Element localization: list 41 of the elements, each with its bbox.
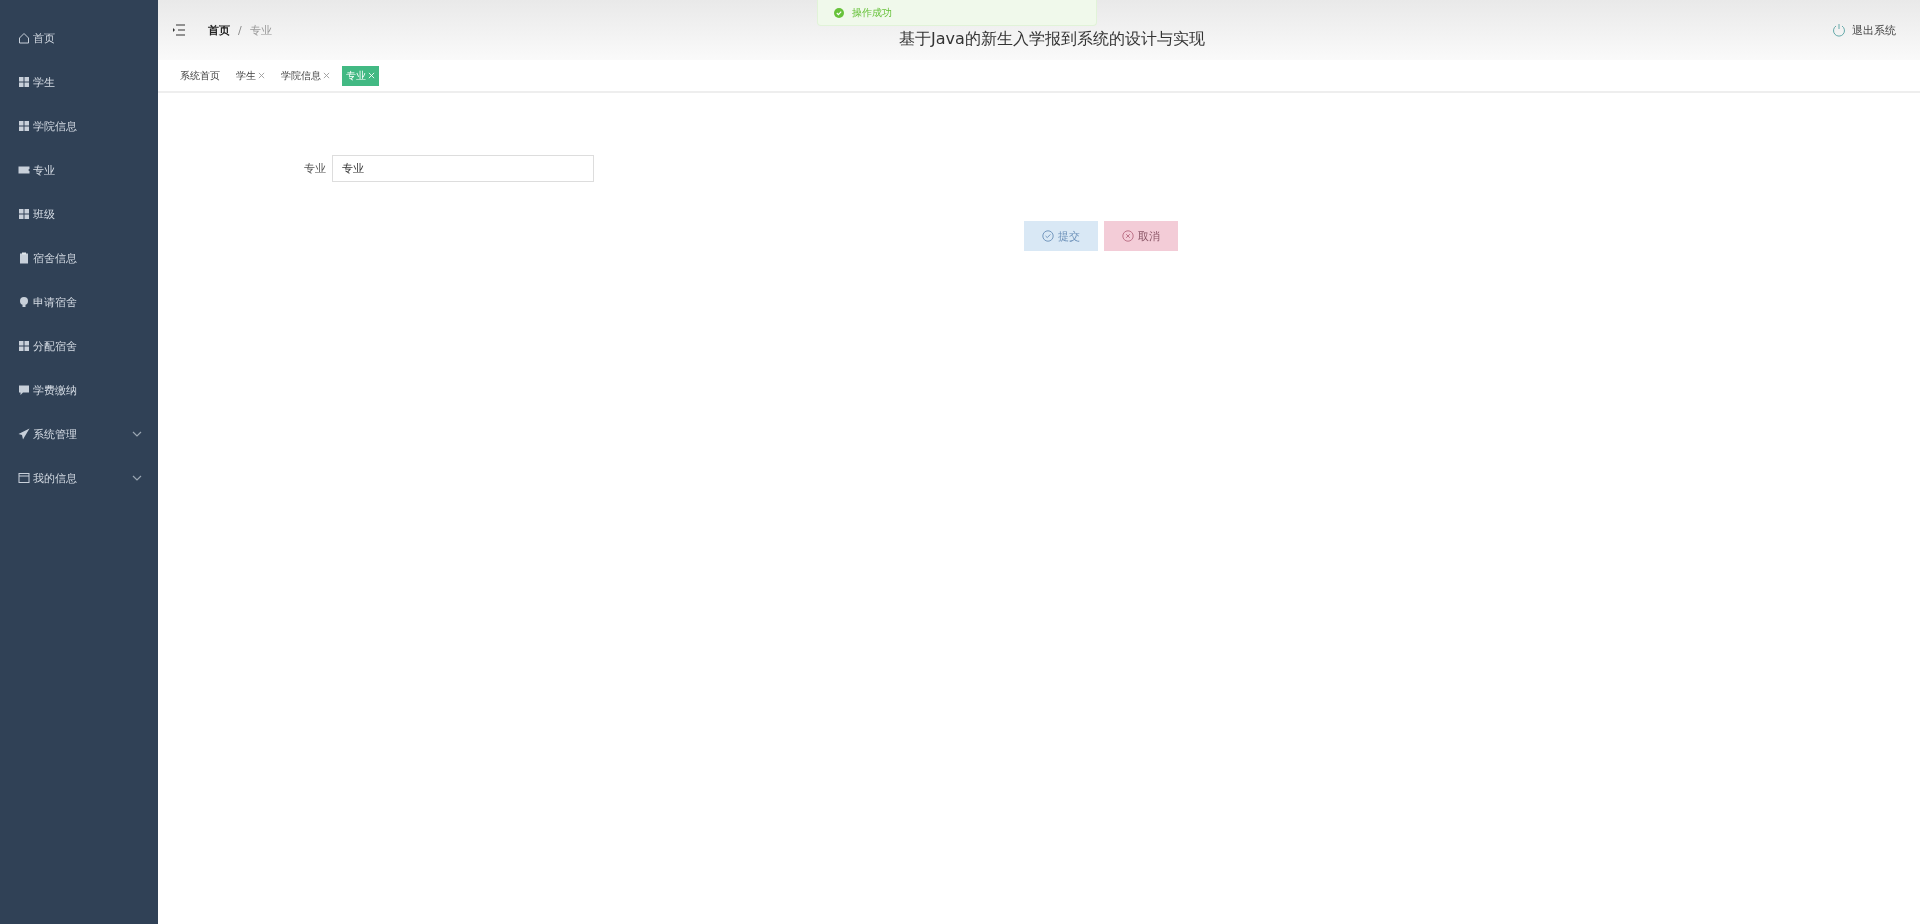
menu-item[interactable]: 申请宿舍 — [0, 280, 158, 324]
paper-plane-icon — [18, 428, 30, 440]
grid-icon — [18, 340, 30, 352]
menu-item[interactable]: 班级 — [0, 192, 158, 236]
cancel-button[interactable]: 取消 — [1104, 221, 1178, 251]
menu-item[interactable]: 我的信息 — [0, 456, 158, 500]
close-icon[interactable] — [323, 72, 330, 79]
logout-link[interactable]: 退出系统 — [1832, 22, 1896, 38]
breadcrumb-item[interactable]: 首页 — [208, 22, 230, 38]
home-icon — [18, 32, 30, 44]
menu-item[interactable]: 首页 — [0, 16, 158, 60]
tab[interactable]: 系统首页 — [176, 65, 224, 86]
input-field[interactable]: 专业 — [332, 155, 594, 182]
breadcrumb-separator: / — [238, 23, 242, 37]
close-icon[interactable] — [258, 72, 265, 79]
grid-icon — [18, 76, 30, 88]
field-label: 专业 — [304, 161, 326, 176]
window-icon — [18, 472, 30, 484]
clipboard-icon — [18, 252, 30, 264]
grid-icon — [18, 120, 30, 132]
grid-icon — [18, 208, 30, 220]
menu-item[interactable]: 分配宿舍 — [0, 324, 158, 368]
power-icon — [1832, 23, 1846, 37]
tab[interactable]: 学生 — [232, 65, 269, 86]
bulb-icon — [18, 296, 30, 308]
menu-item[interactable]: 学院信息 — [0, 104, 158, 148]
menu-item[interactable]: 宿舍信息 — [0, 236, 158, 280]
check-circle-icon — [1042, 230, 1054, 242]
menu-item[interactable]: 专业 — [0, 148, 158, 192]
menu-icon[interactable] — [172, 24, 186, 36]
menu-item[interactable]: 系统管理 — [0, 412, 158, 456]
tab[interactable]: 学院信息 — [277, 65, 334, 86]
ticket-icon — [18, 164, 30, 176]
success-icon — [834, 7, 844, 18]
chat-icon — [18, 384, 30, 396]
menu-item[interactable]: 学生 — [0, 60, 158, 104]
close-circle-icon — [1122, 230, 1134, 242]
breadcrumb-item: 专业 — [249, 22, 272, 38]
toast-message: 操作成功 — [852, 5, 892, 20]
page-title: 基于Java的新生入学报到系统的设计与实现 — [898, 29, 1205, 50]
menu-item[interactable]: 学费缴纳 — [0, 368, 158, 412]
